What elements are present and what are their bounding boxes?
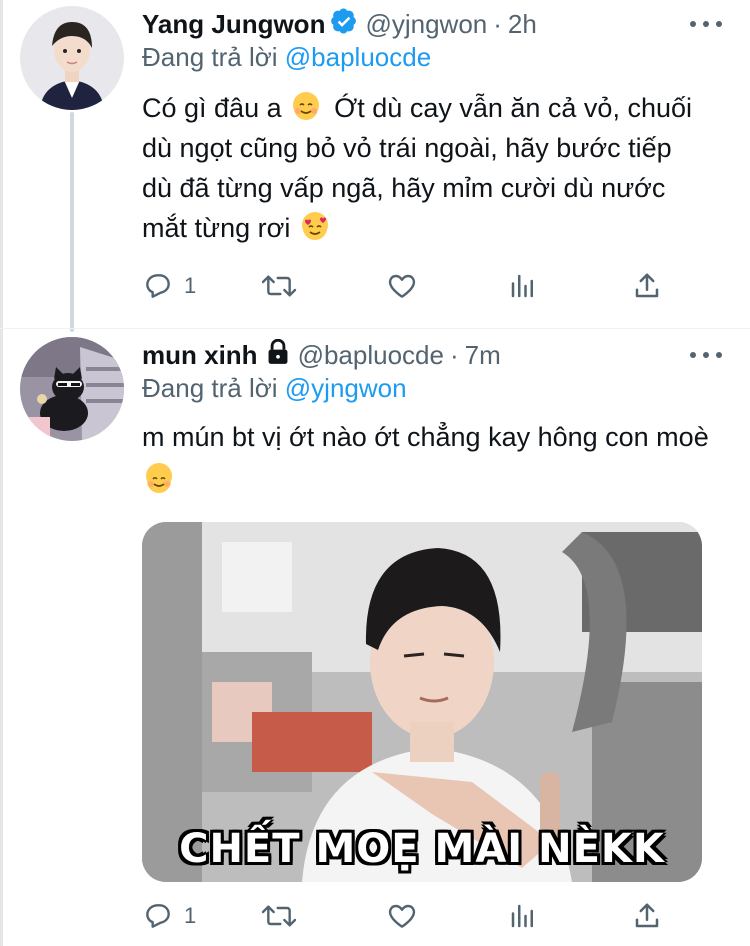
- more-icon[interactable]: [690, 345, 722, 365]
- analytics-icon: [511, 904, 533, 928]
- reply-button[interactable]: 1: [142, 268, 196, 304]
- replying-to-label: Đang trả lời: [142, 42, 285, 72]
- reply-icon: [146, 904, 170, 928]
- timestamp[interactable]: 7m: [465, 340, 501, 371]
- tweet-actions: 1: [142, 268, 662, 304]
- smiling-face-emoji-icon: [146, 463, 172, 493]
- tweet-actions: 1: [142, 898, 662, 934]
- analytics-icon: [511, 274, 533, 298]
- reply-button[interactable]: 1: [142, 898, 196, 934]
- reply-icon: [146, 274, 170, 298]
- separator-dot: ·: [449, 339, 459, 370]
- tweet-header: Yang Jungwon @yjngwon · 2h: [142, 4, 537, 44]
- analytics-button[interactable]: [508, 268, 538, 304]
- replying-to: Đang trả lời @bapluocde: [142, 42, 431, 73]
- retweet-button[interactable]: [260, 268, 298, 304]
- media-image[interactable]: CHẾT MOẸ MÀI NÈKK: [142, 522, 702, 882]
- timestamp[interactable]: 2h: [508, 9, 537, 40]
- analytics-button[interactable]: [508, 898, 538, 934]
- share-icon: [635, 273, 659, 298]
- lock-icon: [266, 338, 290, 372]
- tweet-text: Có gì đâu a Ớt dù cay vẫn ăn cả vỏ, chuố…: [142, 88, 702, 248]
- retweet-icon: [261, 905, 297, 927]
- reply-mention-link[interactable]: @yjngwon: [285, 373, 407, 403]
- avatar-mun-xinh[interactable]: [20, 337, 124, 441]
- handle[interactable]: @yjngwon: [365, 9, 487, 40]
- tweet-text-content: m mún bt vị ớt nào ớt chẳng kay hông con…: [142, 422, 709, 452]
- tweet-header: mun xinh @bapluocde · 7m: [142, 335, 501, 375]
- tweet-text: m mún bt vị ớt nào ớt chẳng kay hông con…: [142, 415, 712, 503]
- retweet-icon: [261, 275, 297, 297]
- tweet-2[interactable]: mun xinh @bapluocde · 7m Đang trả lời @y…: [0, 329, 750, 946]
- replying-to-label: Đang trả lời: [142, 373, 285, 403]
- like-button[interactable]: [386, 268, 418, 304]
- tweet-text-part-1: Có gì đâu a: [142, 93, 282, 123]
- handle[interactable]: @bapluocde: [298, 340, 444, 371]
- heart-icon: [388, 274, 416, 298]
- media-caption: CHẾT MOẸ MÀI NÈKK: [179, 826, 665, 872]
- like-button[interactable]: [386, 898, 418, 934]
- avatar-yang-jungwon[interactable]: [20, 6, 124, 110]
- heart-icon: [388, 904, 416, 928]
- smiling-face-emoji-icon: [293, 92, 320, 120]
- share-button[interactable]: [632, 268, 662, 304]
- retweet-button[interactable]: [260, 898, 298, 934]
- replying-to: Đang trả lời @yjngwon: [142, 373, 407, 404]
- more-icon[interactable]: [690, 14, 722, 34]
- share-button[interactable]: [632, 898, 662, 934]
- display-name[interactable]: Yang Jungwon: [142, 9, 325, 40]
- share-icon: [635, 903, 659, 928]
- display-name[interactable]: mun xinh: [142, 340, 258, 371]
- verified-badge-icon: [331, 8, 357, 41]
- reply-mention-link[interactable]: @bapluocde: [285, 42, 431, 72]
- reply-count: 1: [184, 273, 197, 298]
- smiling-face-with-hearts-emoji-icon: [301, 212, 328, 240]
- reply-count: 1: [184, 903, 197, 928]
- separator-dot: ·: [493, 8, 502, 39]
- tweet-1[interactable]: Yang Jungwon @yjngwon · 2h Đang trả lời …: [0, 0, 750, 328]
